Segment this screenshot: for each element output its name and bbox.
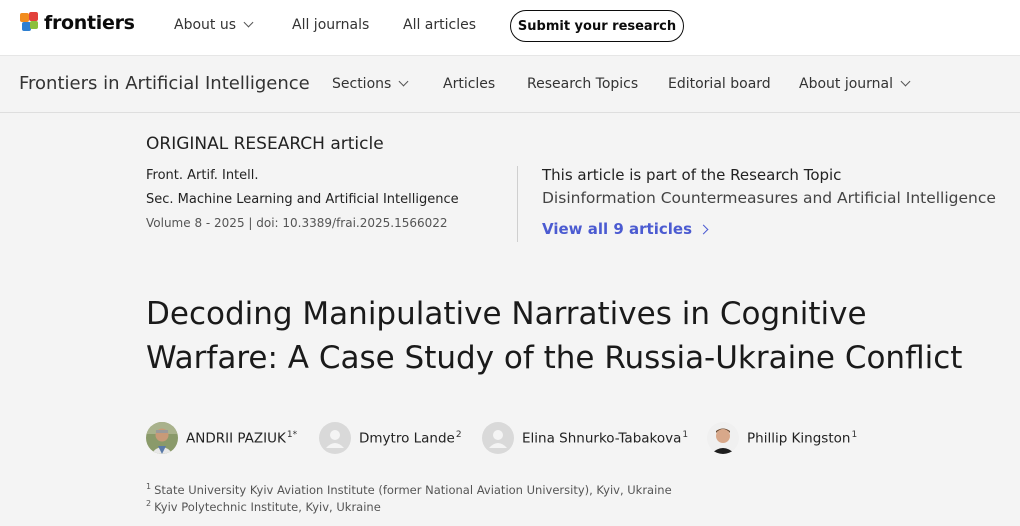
nav-about-us-label: About us [174, 17, 237, 33]
author-name: Elina Shnurko-Tabakova1 [522, 429, 689, 447]
research-topic-name[interactable]: Disinformation Countermeasures and Artif… [542, 189, 996, 207]
nav-sections-label: Sections [332, 76, 392, 92]
nav-about-journal[interactable]: About journal [799, 76, 911, 92]
view-all-articles-label: View all 9 articles [542, 220, 692, 238]
user-placeholder-icon [319, 422, 351, 454]
frontiers-logo[interactable]: frontiers [20, 12, 135, 34]
research-topic-label: This article is part of the Research Top… [542, 166, 842, 184]
vertical-divider [517, 166, 518, 242]
author-item[interactable]: Phillip Kingston1 [707, 421, 857, 455]
author-photo-avatar [707, 422, 739, 454]
author-name: Dmytro Lande2 [359, 429, 462, 447]
nav-all-articles-label: All articles [403, 17, 477, 33]
article-section[interactable]: Sec. Machine Learning and Artificial Int… [146, 192, 459, 207]
nav-about-us[interactable]: About us [174, 17, 254, 33]
top-navigation: frontiers About us All journals All arti… [0, 0, 1020, 56]
chevron-down-icon [398, 76, 409, 87]
brand-name: frontiers [44, 12, 135, 34]
journal-navigation: Frontiers in Artificial Intelligence Sec… [0, 57, 1020, 113]
nav-all-journals[interactable]: All journals [292, 17, 369, 33]
author-item[interactable]: Dmytro Lande2 [319, 421, 462, 455]
journal-abbreviation: Front. Artif. Intell. [146, 168, 259, 183]
article-type: ORIGINAL RESEARCH article [146, 134, 384, 154]
view-all-articles-link[interactable]: View all 9 articles [542, 220, 709, 238]
volume-doi: Volume 8 - 2025 | doi: 10.3389/frai.2025… [146, 216, 448, 230]
author-item[interactable]: Elina Shnurko-Tabakova1 [482, 421, 688, 455]
frontiers-logo-icon [20, 12, 40, 34]
user-placeholder-icon [482, 422, 514, 454]
nav-about-journal-label: About journal [799, 76, 894, 92]
nav-research-topics[interactable]: Research Topics [527, 76, 638, 92]
journal-title[interactable]: Frontiers in Artificial Intelligence [19, 73, 310, 94]
nav-articles[interactable]: Articles [443, 76, 495, 92]
nav-all-journals-label: All journals [292, 17, 370, 33]
affiliation-2: 2 Kyiv Polytechnic Institute, Kyiv, Ukrai… [146, 499, 381, 514]
chevron-down-icon [243, 17, 254, 28]
chevron-right-icon [698, 224, 709, 234]
nav-all-articles[interactable]: All articles [403, 17, 476, 33]
chevron-down-icon [900, 76, 911, 87]
author-photo-avatar [146, 422, 178, 454]
submit-research-button[interactable]: Submit your research [510, 10, 684, 42]
author-name: Phillip Kingston1 [747, 429, 858, 447]
affiliation-1: 1 State University Kyiv Aviation Institut… [146, 482, 672, 497]
nav-sections[interactable]: Sections [332, 76, 409, 92]
nav-editorial-board[interactable]: Editorial board [668, 76, 771, 92]
author-item[interactable]: ANDRII PAZIUK1* [146, 421, 297, 455]
nav-editorial-board-label: Editorial board [668, 76, 771, 92]
author-name: ANDRII PAZIUK1* [186, 429, 298, 447]
article-title: Decoding Manipulative Narratives in Cogn… [146, 296, 963, 376]
nav-articles-label: Articles [443, 76, 496, 92]
nav-research-topics-label: Research Topics [527, 76, 639, 92]
